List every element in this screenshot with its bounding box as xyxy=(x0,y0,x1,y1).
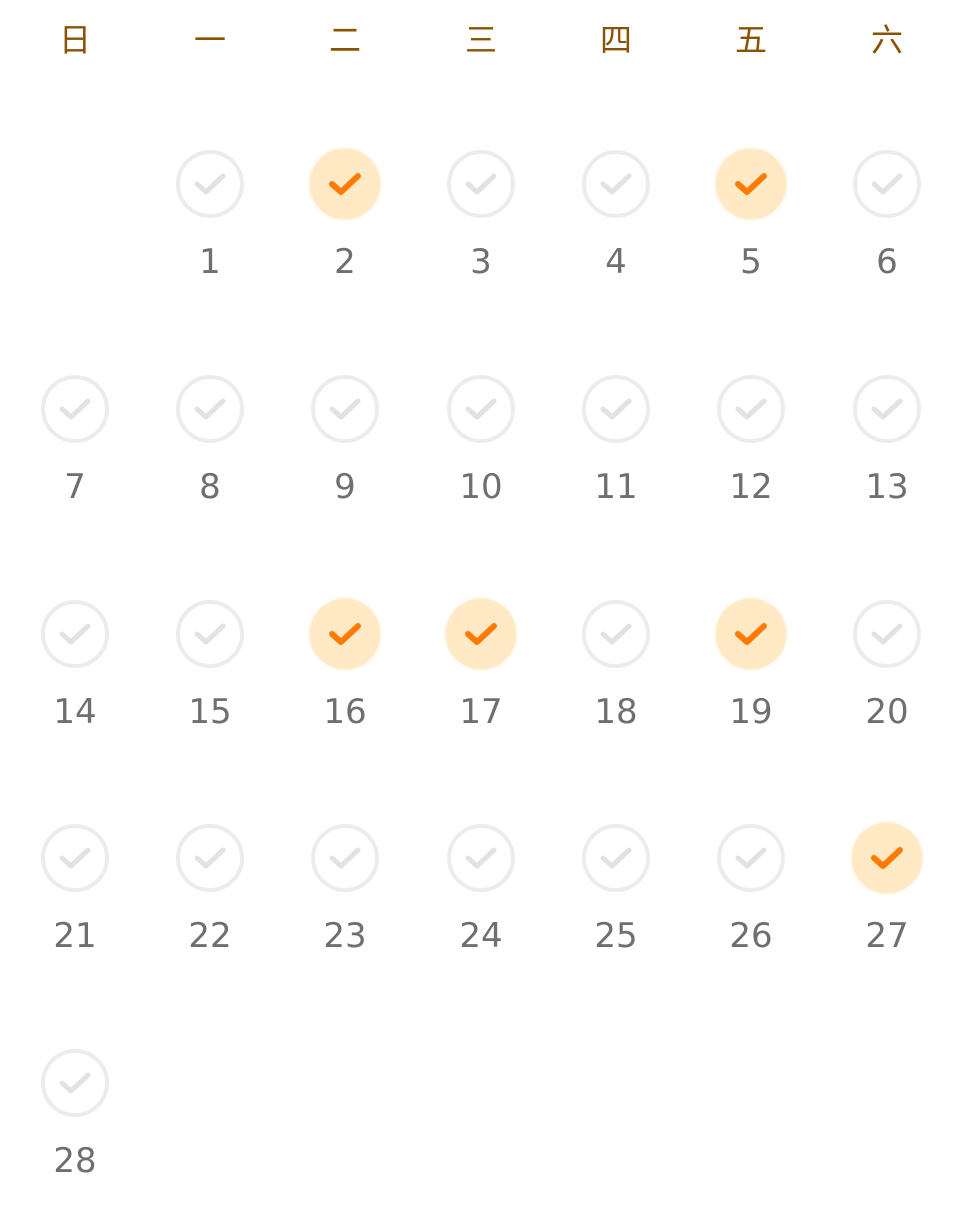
calendar-day[interactable]: 6 xyxy=(832,150,942,310)
checkmark-outline-icon xyxy=(582,600,650,668)
checkmark-outline-icon xyxy=(41,1049,109,1117)
day-number: 8 xyxy=(199,467,221,507)
day-number: 16 xyxy=(323,692,367,732)
checkmark-outline-icon xyxy=(853,600,921,668)
calendar-day[interactable]: 27 xyxy=(832,824,942,984)
checkmark-filled-icon xyxy=(311,600,379,668)
calendar-day[interactable]: 14 xyxy=(20,600,130,760)
weekday-label: 日 xyxy=(58,21,91,59)
weekday-label: 六 xyxy=(870,21,903,59)
calendar-day[interactable]: 7 xyxy=(20,375,130,535)
checkmark-outline-icon xyxy=(311,824,379,892)
calendar-day[interactable]: 9 xyxy=(290,375,400,535)
day-number: 1 xyxy=(199,242,221,282)
weekday-label: 五 xyxy=(734,21,767,59)
calendar-day[interactable]: 4 xyxy=(561,150,671,310)
calendar-day[interactable]: 15 xyxy=(155,600,265,760)
day-number: 22 xyxy=(188,916,232,956)
calendar-day[interactable]: 19 xyxy=(696,600,806,760)
checkmark-outline-icon xyxy=(717,824,785,892)
day-number: 6 xyxy=(876,242,898,282)
day-number: 11 xyxy=(594,467,638,507)
day-number: 14 xyxy=(53,692,97,732)
calendar-day[interactable]: 24 xyxy=(426,824,536,984)
calendar-day[interactable]: 3 xyxy=(426,150,536,310)
checkmark-filled-icon xyxy=(717,150,785,218)
day-number: 5 xyxy=(740,242,762,282)
checkmark-outline-icon xyxy=(582,824,650,892)
checkmark-outline-icon xyxy=(447,150,515,218)
day-number: 17 xyxy=(459,692,503,732)
checkmark-filled-icon xyxy=(447,600,515,668)
calendar-day[interactable]: 16 xyxy=(290,600,400,760)
checkmark-filled-icon xyxy=(853,824,921,892)
day-number: 3 xyxy=(470,242,492,282)
calendar-day[interactable]: 2 xyxy=(290,150,400,310)
checkmark-outline-icon xyxy=(853,375,921,443)
calendar-day[interactable]: 13 xyxy=(832,375,942,535)
calendar-day[interactable]: 28 xyxy=(20,1049,130,1209)
calendar-day[interactable]: 10 xyxy=(426,375,536,535)
checkmark-outline-icon xyxy=(41,824,109,892)
day-number: 12 xyxy=(729,467,773,507)
calendar-day[interactable]: 21 xyxy=(20,824,130,984)
calendar-day[interactable]: 8 xyxy=(155,375,265,535)
weekday-label: 二 xyxy=(328,21,361,59)
calendar-day[interactable]: 18 xyxy=(561,600,671,760)
checkmark-outline-icon xyxy=(41,600,109,668)
calendar-day[interactable]: 11 xyxy=(561,375,671,535)
calendar-day[interactable]: 20 xyxy=(832,600,942,760)
day-number: 21 xyxy=(53,916,97,956)
checkmark-outline-icon xyxy=(176,150,244,218)
weekday-label: 三 xyxy=(464,21,497,59)
checkmark-outline-icon xyxy=(311,375,379,443)
day-number: 13 xyxy=(865,467,909,507)
weekday-label: 四 xyxy=(599,21,632,59)
checkin-calendar: 日一二三四五六 1 2 3 4 5 6 7 8 9 10 11 12 13 14 15 16 17 18 19 20 2… xyxy=(0,0,967,1188)
calendar-day[interactable]: 12 xyxy=(696,375,806,535)
calendar-day[interactable]: 23 xyxy=(290,824,400,984)
calendar-day[interactable]: 1 xyxy=(155,150,265,310)
checkmark-outline-icon xyxy=(447,824,515,892)
day-number: 10 xyxy=(459,467,503,507)
checkmark-outline-icon xyxy=(176,600,244,668)
checkmark-outline-icon xyxy=(582,150,650,218)
day-number: 18 xyxy=(594,692,638,732)
checkmark-filled-icon xyxy=(311,150,379,218)
weekday-label: 一 xyxy=(193,21,226,59)
calendar-day[interactable]: 25 xyxy=(561,824,671,984)
day-number: 9 xyxy=(334,467,356,507)
day-number: 7 xyxy=(64,467,86,507)
day-number: 4 xyxy=(605,242,627,282)
checkmark-outline-icon xyxy=(853,150,921,218)
checkmark-outline-icon xyxy=(447,375,515,443)
checkmark-outline-icon xyxy=(176,375,244,443)
day-number: 27 xyxy=(865,916,909,956)
day-number: 24 xyxy=(459,916,503,956)
calendar-day[interactable]: 26 xyxy=(696,824,806,984)
calendar-day[interactable]: 5 xyxy=(696,150,806,310)
checkmark-outline-icon xyxy=(41,375,109,443)
day-number: 19 xyxy=(729,692,773,732)
calendar-day[interactable]: 17 xyxy=(426,600,536,760)
day-number: 25 xyxy=(594,916,638,956)
day-number: 2 xyxy=(334,242,356,282)
calendar-day[interactable]: 22 xyxy=(155,824,265,984)
day-number: 23 xyxy=(323,916,367,956)
day-number: 20 xyxy=(865,692,909,732)
checkmark-outline-icon xyxy=(717,375,785,443)
checkmark-outline-icon xyxy=(176,824,244,892)
checkmark-outline-icon xyxy=(582,375,650,443)
day-number: 15 xyxy=(188,692,232,732)
day-number: 26 xyxy=(729,916,773,956)
day-number: 28 xyxy=(53,1141,97,1181)
checkmark-filled-icon xyxy=(717,600,785,668)
